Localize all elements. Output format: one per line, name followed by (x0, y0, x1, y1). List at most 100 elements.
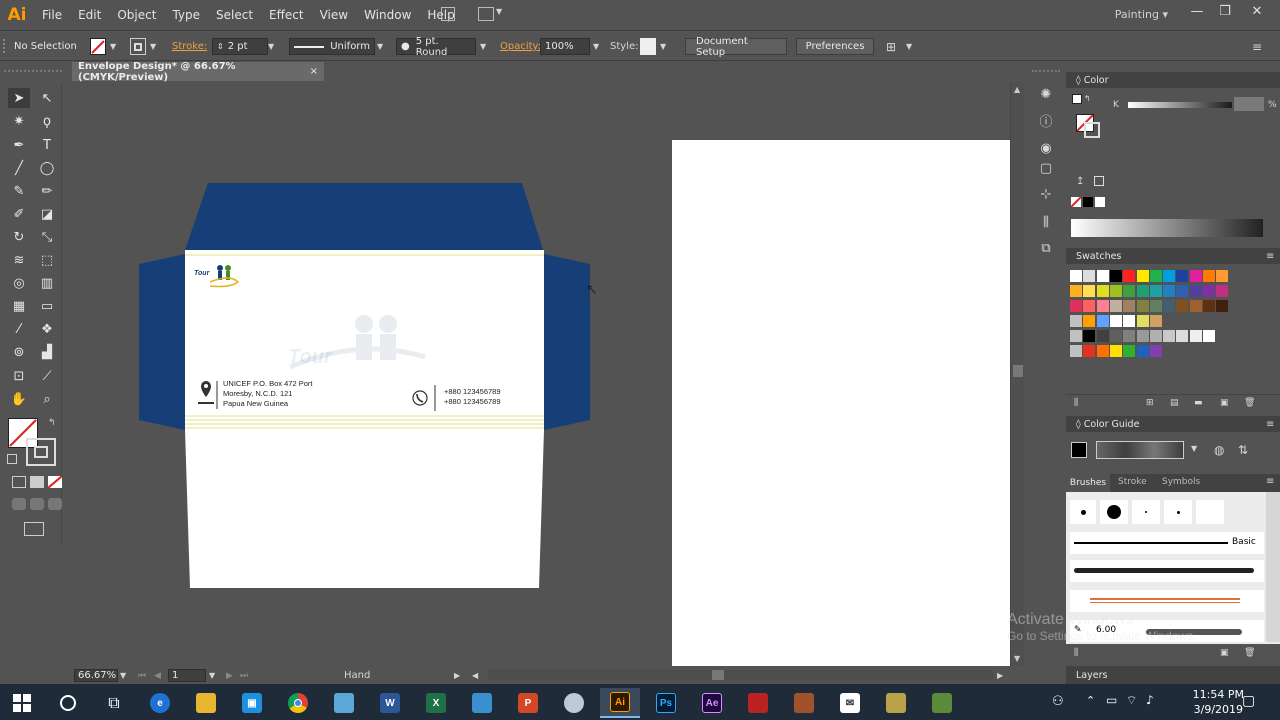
opacity-label[interactable]: Opacity: (500, 38, 541, 55)
edge-icon[interactable]: e (140, 688, 180, 718)
zoom-dropdown-icon[interactable]: ▼ (120, 669, 126, 682)
horizontal-scroll-thumb[interactable] (712, 670, 724, 680)
swatch-chip[interactable] (1163, 330, 1176, 342)
swatch-chip[interactable] (1149, 315, 1162, 327)
brush-dropdown-icon[interactable]: ▼ (480, 38, 486, 55)
white-color-chip[interactable] (1095, 197, 1105, 207)
swatch-chip[interactable] (1216, 270, 1229, 282)
swatch-chip[interactable] (1109, 270, 1122, 282)
swatch-chip[interactable] (1149, 270, 1162, 282)
none-color-chip[interactable] (1070, 196, 1082, 208)
hand-tool-icon[interactable]: ✋ (8, 389, 30, 409)
brush-empty[interactable] (1196, 500, 1224, 524)
swatch-chip[interactable] (1203, 300, 1215, 312)
swatch-chip[interactable] (1083, 315, 1096, 327)
mail-icon[interactable]: ✉ (830, 688, 870, 718)
color-panel-header[interactable]: ◊ Color (1066, 72, 1280, 88)
fill-dropdown-icon[interactable]: ▼ (110, 38, 116, 55)
brush-definition-select[interactable]: ● 5 pt. Round (396, 36, 476, 58)
graphic-styles-panel-icon[interactable]: ▢ (1036, 158, 1056, 178)
k-slider[interactable] (1128, 102, 1232, 108)
swatch-chip[interactable] (1109, 300, 1122, 312)
draw-inside-icon[interactable] (48, 498, 62, 510)
tab-brushes[interactable]: Brushes (1066, 474, 1110, 492)
swatch-chip[interactable] (1136, 300, 1149, 312)
after-effects-icon[interactable]: Ae (692, 688, 732, 718)
swatch-chip[interactable] (1149, 345, 1162, 357)
brush-charcoal[interactable] (1070, 560, 1264, 582)
stroke-label[interactable]: Stroke: (172, 38, 207, 55)
stroke-profile-select[interactable]: Uniform (289, 38, 375, 55)
brushes-scrollbar[interactable] (1266, 492, 1280, 642)
swatch-chip[interactable] (1096, 270, 1109, 282)
gradient-tool-icon[interactable]: ▭ (36, 296, 58, 316)
page-dropdown-icon[interactable]: ▼ (209, 669, 215, 682)
battery-icon[interactable]: ▭ (1106, 693, 1117, 707)
status-menu-icon[interactable]: ▶ (454, 669, 460, 682)
last-page-icon[interactable]: ⏭ (240, 669, 248, 682)
envelope-artwork[interactable] (70, 82, 670, 666)
document-setup-button[interactable]: Document Setup (685, 36, 787, 58)
mini-swap-icon[interactable]: ↰ (1084, 94, 1091, 103)
preferences-button[interactable]: Preferences (796, 38, 874, 55)
tab-stroke[interactable]: Stroke (1118, 477, 1147, 487)
out-of-gamut-icon[interactable]: ↥ (1076, 176, 1084, 187)
fill-swatch[interactable] (90, 38, 106, 55)
swatch-grid[interactable] (1070, 270, 1270, 360)
scroll-down-icon[interactable]: ▼ (1014, 654, 1020, 663)
grayscale-spectrum[interactable] (1071, 219, 1263, 237)
swatch-chip[interactable] (1109, 285, 1122, 297)
new-brush-icon[interactable]: ▣ (1220, 648, 1229, 658)
eyedropper-tool-icon[interactable]: ⁄ (8, 319, 30, 339)
brushes-menu-icon[interactable]: ≡ (1266, 476, 1274, 487)
blob-brush-tool-icon[interactable]: ✐ (8, 204, 30, 224)
draw-mode-icon[interactable] (12, 498, 26, 510)
appearance-panel-icon[interactable]: ◉ (1036, 138, 1056, 158)
brush-basic[interactable]: Basic (1070, 532, 1264, 554)
swatch-chip[interactable] (1096, 285, 1109, 297)
notifications-icon[interactable]: ▢ (1242, 693, 1255, 709)
tab-symbols[interactable]: Symbols (1162, 477, 1200, 487)
swatch-chip[interactable] (1096, 330, 1109, 342)
swatch-chip[interactable] (1109, 345, 1122, 357)
close-tab-icon[interactable]: × (310, 66, 318, 77)
zoom-field[interactable]: 66.67% (74, 669, 118, 682)
menu-select[interactable]: Select (208, 8, 261, 22)
powerpoint-icon[interactable]: P (508, 688, 548, 718)
symbol-sprayer-tool-icon[interactable]: ⊚ (8, 342, 30, 362)
show-kinds-icon[interactable]: ⊞ (1146, 398, 1154, 408)
swatch-chip[interactable] (1176, 270, 1189, 282)
type-tool-icon[interactable]: T (36, 135, 58, 155)
media-player-icon[interactable] (462, 688, 502, 718)
brush-libraries-icon[interactable]: ⫼ (1074, 648, 1078, 658)
screen-mode-icon[interactable] (24, 522, 44, 536)
swatch-chip[interactable] (1163, 285, 1176, 297)
zoom-tool-icon[interactable]: ⌕ (36, 389, 58, 409)
swatch-chip[interactable] (1136, 315, 1149, 327)
swatch-chip[interactable] (1070, 315, 1082, 327)
paint-icon[interactable] (554, 688, 594, 718)
swatch-chip[interactable] (1216, 300, 1229, 312)
prev-page-icon[interactable]: ◀ (154, 669, 161, 682)
k-value-field[interactable] (1234, 97, 1264, 111)
app-icon-2[interactable] (922, 688, 962, 718)
color-wheel-icon[interactable]: ◍ (1214, 443, 1224, 457)
first-page-icon[interactable]: ⏮ (138, 669, 146, 682)
scroll-right-icon[interactable]: ▶ (997, 669, 1003, 682)
rotate-tool-icon[interactable]: ↻ (8, 227, 30, 247)
arrange-icon[interactable]: ⊞ (886, 38, 896, 55)
eraser-tool-icon[interactable]: ◪ (36, 204, 58, 224)
swatch-chip[interactable] (1176, 300, 1189, 312)
style-swatch[interactable] (640, 38, 656, 55)
photoshop-icon[interactable]: Ps (646, 688, 686, 718)
draw-behind-icon[interactable] (30, 498, 44, 510)
menu-file[interactable]: File (34, 8, 70, 22)
brush-dot-mini[interactable] (1164, 500, 1192, 524)
stroke-weight-field[interactable]: ⇕ 2 pt (212, 38, 268, 55)
menu-type[interactable]: Type (164, 8, 208, 22)
menu-edit[interactable]: Edit (70, 8, 109, 22)
line-tool-icon[interactable]: ╱ (8, 158, 30, 178)
graph-tool-icon[interactable]: ▥ (36, 273, 58, 293)
search-icon[interactable] (48, 688, 88, 718)
swatch-chip[interactable] (1083, 330, 1096, 342)
